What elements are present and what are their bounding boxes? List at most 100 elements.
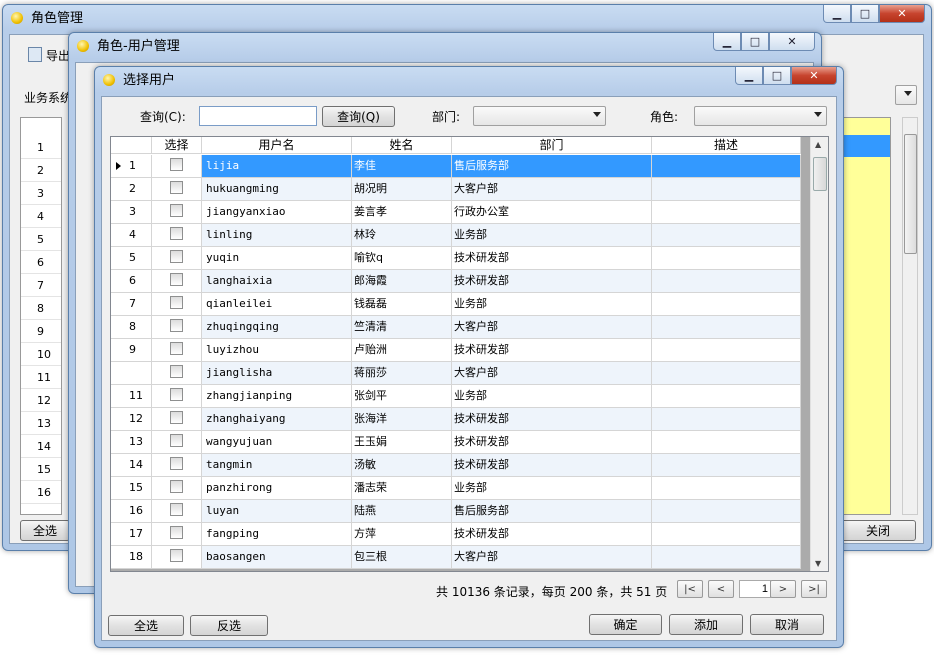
table-row[interactable]: 8 zhuqingqing 竺清清 大客户部 (111, 316, 801, 339)
table-row[interactable]: 11 zhangjianping 张剑平 业务部 (111, 385, 801, 408)
back-grid-row-number[interactable]: 10 (21, 343, 61, 366)
back-grid-scroll-thumb[interactable] (904, 134, 917, 254)
query-button[interactable]: 查询(Q) (322, 106, 395, 127)
row-header[interactable]: 9 (111, 339, 152, 362)
select-checkbox[interactable] (170, 411, 183, 424)
invert-selection-button[interactable]: 反选 (190, 615, 268, 636)
table-row[interactable]: 2 hukuangming 胡况明 大客户部 (111, 178, 801, 201)
row-header[interactable]: 13 (111, 431, 152, 454)
back-combo-dropdown[interactable] (895, 85, 917, 105)
row-header[interactable]: 5 (111, 247, 152, 270)
select-all-button[interactable]: 全选 (108, 615, 184, 636)
table-row[interactable]: 3 jiangyanxiao 姜言孝 行政办公室 (111, 201, 801, 224)
back-grid-row-number[interactable]: 12 (21, 389, 61, 412)
select-checkbox[interactable] (170, 365, 183, 378)
row-header[interactable]: 1 (111, 155, 152, 178)
row-header[interactable]: 16 (111, 500, 152, 523)
close-window-button[interactable]: ✕ (791, 67, 837, 85)
back-close-button[interactable]: 关闭 (840, 520, 916, 541)
back-grid-row-number[interactable]: 3 (21, 182, 61, 205)
back-grid-row-number[interactable]: 5 (21, 228, 61, 251)
back-grid-row-number[interactable]: 2 (21, 159, 61, 182)
grid-scrollbar[interactable]: ▲ ▼ (810, 137, 828, 571)
table-row[interactable]: 6 langhaixia 郎海霞 技术研发部 (111, 270, 801, 293)
first-page-button[interactable]: |< (677, 580, 703, 598)
header-dept[interactable]: 部门 (452, 137, 652, 154)
select-checkbox[interactable] (170, 503, 183, 516)
select-checkbox[interactable] (170, 296, 183, 309)
row-header[interactable]: 8 (111, 316, 152, 339)
next-page-button[interactable]: > (770, 580, 796, 598)
minimize-button[interactable]: ▁ (735, 67, 763, 85)
select-checkbox[interactable] (170, 388, 183, 401)
row-header[interactable]: 14 (111, 454, 152, 477)
dept-select[interactable] (473, 106, 606, 126)
table-row[interactable]: 1 lijia 李佳 售后服务部 (111, 155, 801, 178)
maximize-button[interactable]: □ (741, 33, 769, 51)
table-row[interactable]: 17 fangping 方萍 技术研发部 (111, 523, 801, 546)
header-username[interactable]: 用户名 (202, 137, 352, 154)
back-grid-row-number[interactable]: 9 (21, 320, 61, 343)
prev-page-button[interactable]: < (708, 580, 734, 598)
table-row[interactable]: 13 wangyujuan 王玉娟 技术研发部 (111, 431, 801, 454)
table-row[interactable]: 7 qianleilei 钱磊磊 业务部 (111, 293, 801, 316)
select-checkbox[interactable] (170, 227, 183, 240)
minimize-button[interactable]: ▁ (823, 5, 851, 23)
ok-button[interactable]: 确定 (589, 614, 662, 635)
maximize-button[interactable]: □ (851, 5, 879, 23)
scroll-down-icon[interactable]: ▼ (815, 559, 821, 568)
table-row[interactable]: 4 linling 林玲 业务部 (111, 224, 801, 247)
back-grid-row-number[interactable]: 6 (21, 251, 61, 274)
select-checkbox[interactable] (170, 181, 183, 194)
back-select-all-button[interactable]: 全选 (20, 520, 70, 541)
grid-scroll-thumb[interactable] (813, 157, 827, 191)
back-grid-row-number[interactable]: 11 (21, 366, 61, 389)
back-grid-row-number[interactable]: 1 (21, 136, 61, 159)
select-checkbox[interactable] (170, 319, 183, 332)
row-header[interactable]: 12 (111, 408, 152, 431)
row-header[interactable]: 6 (111, 270, 152, 293)
query-input[interactable] (199, 106, 317, 126)
header-select[interactable]: 选择 (152, 137, 202, 154)
header-name[interactable]: 姓名 (352, 137, 452, 154)
table-row[interactable]: jianglisha 蒋丽莎 大客户部 (111, 362, 801, 385)
table-row[interactable]: 14 tangmin 汤敏 技术研发部 (111, 454, 801, 477)
back-grid-row-number[interactable]: 14 (21, 435, 61, 458)
back-grid-row-number[interactable]: 13 (21, 412, 61, 435)
row-header[interactable]: 18 (111, 546, 152, 569)
row-header[interactable]: 7 (111, 293, 152, 316)
row-header[interactable]: 15 (111, 477, 152, 500)
row-header[interactable] (111, 362, 152, 385)
cancel-button[interactable]: 取消 (750, 614, 824, 635)
table-row[interactable]: 18 baosangen 包三根 大客户部 (111, 546, 801, 569)
table-row[interactable]: 15 panzhirong 潘志荣 业务部 (111, 477, 801, 500)
back-grid-row-number[interactable]: 7 (21, 274, 61, 297)
table-row[interactable]: 12 zhanghaiyang 张海洋 技术研发部 (111, 408, 801, 431)
select-checkbox[interactable] (170, 457, 183, 470)
back-grid-row-number[interactable]: 16 (21, 481, 61, 504)
maximize-button[interactable]: □ (763, 67, 791, 85)
row-header[interactable]: 2 (111, 178, 152, 201)
back-grid-row-number[interactable]: 8 (21, 297, 61, 320)
header-desc[interactable]: 描述 (652, 137, 801, 154)
close-window-button[interactable]: ✕ (769, 33, 815, 51)
select-checkbox[interactable] (170, 273, 183, 286)
select-checkbox[interactable] (170, 526, 183, 539)
minimize-button[interactable]: ▁ (713, 33, 741, 51)
role-select[interactable] (694, 106, 827, 126)
back-grid-scrollbar[interactable] (902, 117, 918, 515)
row-header[interactable]: 11 (111, 385, 152, 408)
last-page-button[interactable]: >| (801, 580, 827, 598)
table-row[interactable]: 16 luyan 陆燕 售后服务部 (111, 500, 801, 523)
close-window-button[interactable]: ✕ (879, 5, 925, 23)
select-checkbox[interactable] (170, 549, 183, 562)
back-grid-row-number[interactable]: 4 (21, 205, 61, 228)
row-header[interactable]: 4 (111, 224, 152, 247)
row-header[interactable]: 3 (111, 201, 152, 224)
select-checkbox[interactable] (170, 250, 183, 263)
select-checkbox[interactable] (170, 342, 183, 355)
back-grid-row-number[interactable]: 15 (21, 458, 61, 481)
table-row[interactable]: 9 luyizhou 卢贻洲 技术研发部 (111, 339, 801, 362)
select-checkbox[interactable] (170, 480, 183, 493)
select-checkbox[interactable] (170, 204, 183, 217)
